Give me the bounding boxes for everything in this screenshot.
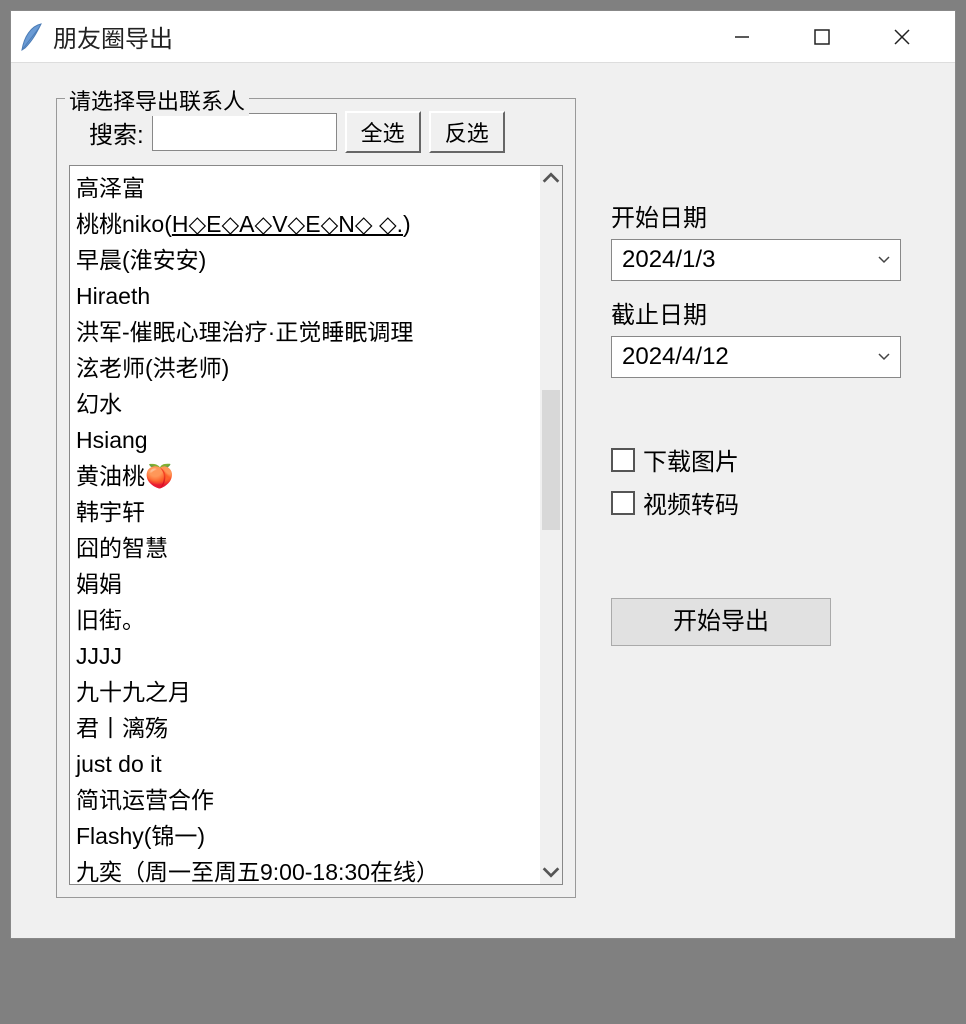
scroll-track[interactable]	[540, 190, 562, 860]
download-images-label: 下载图片	[643, 442, 739, 477]
list-item[interactable]: Hiraeth	[74, 278, 536, 314]
end-date-value: 2024/4/12	[622, 343, 729, 371]
search-input[interactable]	[152, 113, 337, 151]
list-item[interactable]: JJJJ	[74, 638, 536, 674]
chevron-down-icon	[876, 246, 892, 274]
scroll-thumb[interactable]	[542, 390, 560, 530]
listbox-wrap: 高泽富桃桃niko(H◇E◇A◇V◇E◇N◇ ◇.)早晨(淮安安)Hiraeth…	[69, 165, 563, 885]
list-item[interactable]: 桃桃niko(H◇E◇A◇V◇E◇N◇ ◇.)	[74, 206, 536, 242]
maximize-button[interactable]	[797, 17, 847, 57]
start-export-button[interactable]: 开始导出	[611, 598, 831, 646]
list-item[interactable]: 洪军-催眠心理治疗·正觉睡眠调理	[74, 314, 536, 350]
contacts-fieldset: 请选择导出联系人 搜索: 全选 反选 高泽富桃桃niko(H◇E◇A◇V◇E◇N…	[56, 98, 576, 898]
titlebar: 朋友圈导出	[11, 11, 955, 63]
list-item[interactable]: just do it	[74, 746, 536, 782]
download-images-checkbox-row[interactable]: 下载图片	[611, 442, 901, 477]
scroll-up-arrow-icon[interactable]	[540, 166, 562, 190]
invert-select-button[interactable]: 反选	[429, 111, 505, 153]
contacts-listbox[interactable]: 高泽富桃桃niko(H◇E◇A◇V◇E◇N◇ ◇.)早晨(淮安安)Hiraeth…	[70, 166, 540, 884]
start-date-combo[interactable]: 2024/1/3	[611, 239, 901, 281]
app-window: 朋友圈导出 请选择导出联系人 搜索: 全选 反选 高泽富桃桃niko(H◇E◇	[10, 10, 956, 939]
minimize-button[interactable]	[717, 17, 767, 57]
list-item[interactable]: 娟娟	[74, 566, 536, 602]
list-item[interactable]: 九奕（周一至周五9:00-18:30在线）	[74, 854, 536, 884]
contacts-legend: 请选择导出联系人	[65, 84, 249, 116]
search-label: 搜索:	[89, 115, 144, 150]
window-controls	[717, 17, 947, 57]
list-item[interactable]: 简讯运营合作	[74, 782, 536, 818]
close-button[interactable]	[877, 17, 927, 57]
scroll-down-arrow-icon[interactable]	[540, 860, 562, 884]
video-transcode-checkbox[interactable]	[611, 491, 635, 515]
list-item[interactable]: Hsiang	[74, 422, 536, 458]
list-item[interactable]: 幻水	[74, 386, 536, 422]
list-item[interactable]: 泫老师(洪老师)	[74, 350, 536, 386]
search-row: 搜索: 全选 反选	[69, 111, 563, 153]
download-images-checkbox[interactable]	[611, 448, 635, 472]
list-item[interactable]: 韩宇轩	[74, 494, 536, 530]
body-area: 请选择导出联系人 搜索: 全选 反选 高泽富桃桃niko(H◇E◇A◇V◇E◇N…	[11, 63, 955, 938]
end-date-label: 截止日期	[611, 295, 901, 330]
right-panel: 开始日期 2024/1/3 截止日期 2024/4/12 下载图片	[611, 98, 901, 898]
list-item[interactable]: 黄油桃🍑	[74, 458, 536, 494]
chevron-down-icon	[876, 343, 892, 371]
feather-icon	[19, 22, 43, 52]
list-item[interactable]: 九十九之月	[74, 674, 536, 710]
video-transcode-checkbox-row[interactable]: 视频转码	[611, 485, 901, 520]
window-title: 朋友圈导出	[53, 19, 717, 54]
options-group: 下载图片 视频转码	[611, 442, 901, 528]
list-item[interactable]: 囧的智慧	[74, 530, 536, 566]
list-item[interactable]: 早晨(淮安安)	[74, 242, 536, 278]
video-transcode-label: 视频转码	[643, 485, 739, 520]
select-all-button[interactable]: 全选	[345, 111, 421, 153]
list-item[interactable]: 君丨漓殇	[74, 710, 536, 746]
start-date-label: 开始日期	[611, 198, 901, 233]
scrollbar[interactable]	[540, 166, 562, 884]
list-item[interactable]: Flashy(锦一)	[74, 818, 536, 854]
list-item[interactable]: 高泽富	[74, 170, 536, 206]
start-date-value: 2024/1/3	[622, 246, 715, 274]
list-item[interactable]: 旧街。	[74, 602, 536, 638]
end-date-combo[interactable]: 2024/4/12	[611, 336, 901, 378]
